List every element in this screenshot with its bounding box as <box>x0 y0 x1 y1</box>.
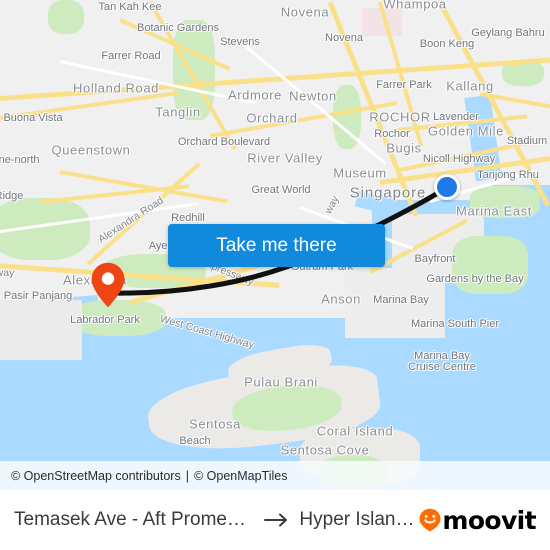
arrow-right-icon <box>264 512 290 528</box>
moovit-logo[interactable]: moovit <box>419 505 537 535</box>
moovit-pin-icon <box>419 508 441 532</box>
destination-stop-name: Hyper Island Si… <box>299 509 419 530</box>
moovit-trip-map-screen: Tan Kah Kee Novena Whampoa Botanic Gardens G… <box>0 0 550 550</box>
map-attribution-bar: © OpenStreetMap contributors | © OpenMap… <box>0 461 550 490</box>
map-pin-icon <box>91 262 125 308</box>
destination-marker[interactable] <box>434 174 460 200</box>
map-block-industrial-west <box>0 300 82 360</box>
arrow-right-glyph <box>264 513 288 527</box>
map-park-bishan <box>48 0 84 34</box>
map-park-gardens-by-the-bay <box>452 236 528 294</box>
map-canvas[interactable]: Tan Kah Kee Novena Whampoa Botanic Gardens G… <box>0 0 550 490</box>
attribution-openmaptiles[interactable]: © OpenMapTiles <box>194 469 288 483</box>
trip-footer-bar: Temasek Ave - Aft Promenade St… Hyper Is… <box>0 490 550 550</box>
attribution-osm[interactable]: © OpenStreetMap contributors <box>11 469 181 483</box>
origin-stop-name: Temasek Ave - Aft Promenade St… <box>14 509 255 530</box>
map-park-marina-east <box>470 186 540 218</box>
take-me-there-button[interactable]: Take me there <box>168 224 385 267</box>
moovit-wordmark: moovit <box>442 505 536 535</box>
attribution-separator: | <box>185 468 189 483</box>
origin-marker[interactable] <box>91 262 125 308</box>
